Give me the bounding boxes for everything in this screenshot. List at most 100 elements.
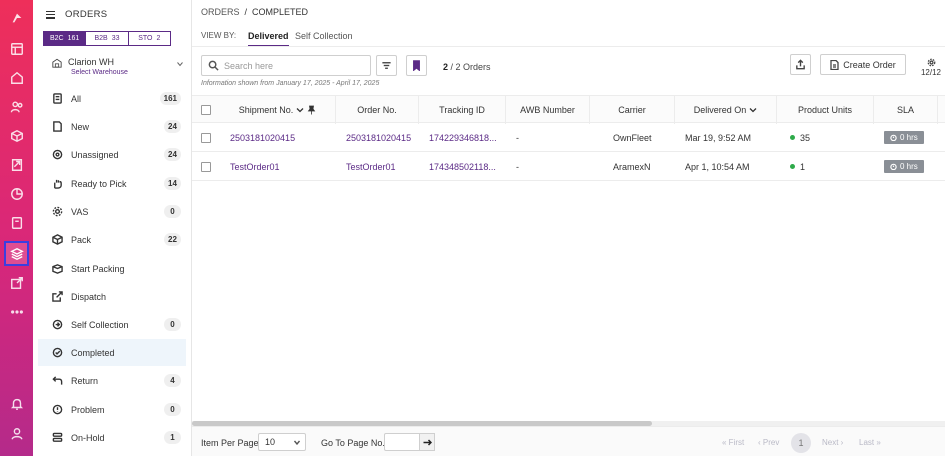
sidebar-item-label: All: [71, 93, 82, 104]
column-count: 12/12: [920, 68, 942, 77]
warehouse-selector[interactable]: Clarion WH Select Warehouse: [48, 56, 183, 80]
gear-icon: [51, 206, 63, 218]
pin-icon[interactable]: [307, 105, 316, 115]
timer-icon: [890, 163, 897, 170]
target-icon: [51, 149, 63, 161]
users-icon[interactable]: [4, 94, 29, 119]
chart-pie-icon[interactable]: [4, 181, 29, 206]
segment-sto[interactable]: STO 2: [127, 32, 170, 45]
go-to-page-input[interactable]: [384, 433, 420, 451]
home-icon[interactable]: [4, 65, 29, 90]
current-page[interactable]: 1: [791, 433, 811, 453]
sidebar-item-all[interactable]: All 161: [38, 85, 186, 112]
sidebar-item-vas[interactable]: VAS 0: [38, 198, 186, 225]
col-sla[interactable]: SLA: [874, 96, 938, 124]
go-to-page-button[interactable]: [419, 433, 435, 451]
clipboard-icon[interactable]: [4, 210, 29, 235]
order-no-link[interactable]: 2503181020415: [346, 123, 411, 152]
prev-page-link[interactable]: ‹ Prev: [758, 438, 779, 447]
sidebar-item-unassigned[interactable]: Unassigned 24: [38, 141, 186, 168]
box-icon[interactable]: [4, 123, 29, 148]
shipment-no-link[interactable]: TestOrder01: [230, 152, 280, 181]
warehouse-select-link[interactable]: Select Warehouse: [71, 69, 128, 76]
table-row[interactable]: TestOrder01 TestOrder01 174348502118... …: [192, 152, 945, 181]
filter-button[interactable]: [376, 55, 397, 76]
select-all-checkbox[interactable]: [201, 105, 211, 115]
warehouse-name: Clarion WH: [68, 57, 115, 67]
column-settings[interactable]: 12/12: [919, 58, 943, 77]
more-icon[interactable]: [4, 299, 29, 324]
search-box: [201, 55, 371, 76]
breadcrumb-orders[interactable]: ORDERS: [201, 7, 240, 17]
col-awb-number[interactable]: AWB Number: [506, 96, 590, 124]
shipment-no-link[interactable]: 2503181020415: [230, 123, 295, 152]
first-page-link[interactable]: « First: [722, 438, 744, 447]
chevron-down-icon: [177, 62, 183, 67]
bookmark-button[interactable]: [406, 55, 427, 76]
sidebar-item-dispatch[interactable]: Dispatch: [38, 283, 186, 310]
table-row[interactable]: 2503181020415 2503181020415 174229346818…: [192, 123, 945, 152]
receipt-icon[interactable]: [4, 152, 29, 177]
status-dot: [790, 164, 795, 169]
col-product-units[interactable]: Product Units: [777, 96, 874, 124]
stack-icon: [51, 432, 63, 444]
sidebar-item-self-collection[interactable]: Self Collection 0: [38, 311, 186, 338]
sla-cell: 0 hrs: [884, 152, 924, 181]
bookmark-icon: [413, 60, 420, 71]
package-icon: [51, 234, 63, 246]
export-button[interactable]: [790, 54, 811, 75]
sidebar-header: ORDERS: [46, 9, 107, 20]
create-order-button[interactable]: Create Order: [820, 54, 906, 75]
col-label: SLA: [896, 105, 914, 115]
col-label: Tracking ID: [439, 105, 485, 115]
timer-icon: [890, 134, 897, 141]
carrier-cell: OwnFleet: [613, 132, 652, 143]
hamburger-icon[interactable]: [46, 10, 55, 19]
col-order-no[interactable]: Order No.: [336, 96, 419, 124]
row-checkbox[interactable]: [201, 161, 211, 172]
tab-self-collection[interactable]: Self Collection: [295, 31, 353, 41]
segment-b2b[interactable]: B2B 33: [85, 32, 127, 45]
tracking-id-link[interactable]: 174348502118...: [429, 152, 496, 181]
filter-icon: [382, 62, 391, 69]
sidebar-item-ready-to-pick[interactable]: Ready to Pick 14: [38, 170, 186, 197]
col-delivered-on[interactable]: Delivered On: [675, 96, 777, 124]
tracking-id-link[interactable]: 174229346818...: [429, 123, 497, 152]
count-badge: 0: [164, 403, 181, 416]
sidebar-item-start-packing[interactable]: Start Packing: [38, 255, 186, 282]
layers-icon[interactable]: [4, 241, 29, 266]
units-value: 35: [800, 132, 811, 143]
sidebar-item-new[interactable]: New 24: [38, 113, 186, 140]
col-tracking-id[interactable]: Tracking ID: [419, 96, 506, 124]
sidebar-item-label: Unassigned: [71, 149, 119, 160]
bell-icon[interactable]: [4, 391, 29, 416]
tab-delivered[interactable]: Delivered: [248, 31, 289, 47]
view-by-label: VIEW BY:: [201, 31, 237, 40]
units-value: 1: [800, 161, 806, 172]
order-no-link[interactable]: TestOrder01: [346, 152, 396, 181]
external-link-icon[interactable]: [4, 270, 29, 295]
search-input[interactable]: [224, 60, 364, 71]
breadcrumb: ORDERS / COMPLETED: [201, 7, 308, 17]
sidebar-item-return[interactable]: Return 4: [38, 367, 186, 394]
file-icon: [51, 121, 63, 133]
col-shipment-no[interactable]: Shipment No.: [220, 96, 336, 124]
document-icon: [830, 59, 839, 70]
dashboard-icon[interactable]: [4, 36, 29, 61]
sidebar-item-completed[interactable]: Completed: [38, 339, 186, 366]
col-carrier[interactable]: Carrier: [590, 96, 675, 124]
sidebar-item-problem[interactable]: Problem 0: [38, 396, 186, 423]
alert-icon: [51, 404, 63, 416]
count-badge: 0: [164, 318, 181, 331]
sidebar-item-on-hold[interactable]: On-Hold 1: [38, 424, 186, 451]
user-icon[interactable]: [4, 421, 29, 446]
row-checkbox[interactable]: [201, 132, 211, 143]
logo-icon[interactable]: [4, 5, 29, 30]
check-circle-icon: [51, 347, 63, 359]
sidebar-item-label: Return: [71, 375, 99, 386]
last-page-link[interactable]: Last »: [859, 438, 881, 447]
sidebar-item-pack[interactable]: Pack 22: [38, 226, 186, 253]
per-page-select[interactable]: 10: [258, 433, 306, 451]
next-page-link[interactable]: Next ›: [822, 438, 843, 447]
segment-b2c[interactable]: B2C 161: [44, 32, 86, 45]
